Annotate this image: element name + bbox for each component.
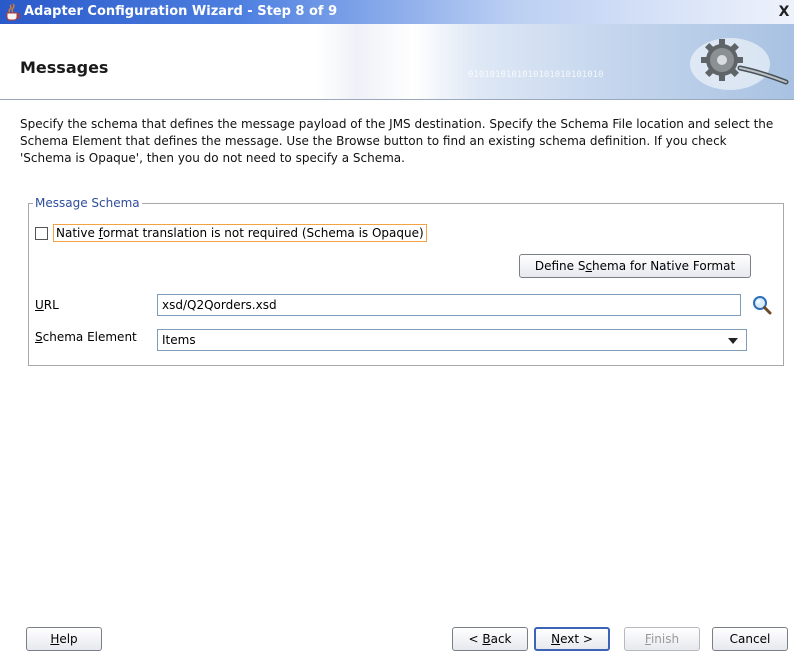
close-button[interactable]: X: [776, 4, 792, 20]
schema-element-select[interactable]: Items: [157, 329, 747, 351]
step-description: Specify the schema that defines the mess…: [20, 117, 774, 165]
page-title: Messages: [20, 58, 109, 77]
url-input[interactable]: [157, 294, 741, 316]
next-button[interactable]: Next >: [534, 627, 610, 651]
message-schema-group: Message Schema Native format translation…: [28, 196, 784, 366]
back-button[interactable]: < Back: [452, 627, 528, 651]
java-cup-icon: [6, 3, 21, 21]
opaque-checkbox-label[interactable]: Native format translation is not require…: [53, 224, 427, 242]
chevron-down-icon[interactable]: [728, 338, 738, 344]
header-decor-binary: 0101010101010101010101010: [468, 70, 604, 80]
window-title: Adapter Configuration Wizard - Step 8 of…: [24, 4, 338, 19]
url-label: URL: [35, 298, 59, 312]
schema-element-label: Schema Element: [35, 330, 137, 344]
schema-element-value: Items: [162, 333, 196, 347]
title-bar: Adapter Configuration Wizard - Step 8 of…: [0, 0, 794, 24]
wizard-header: Messages 0101010101010101010101010: [0, 24, 794, 100]
help-button[interactable]: Help: [26, 627, 102, 651]
opaque-checkbox[interactable]: [35, 226, 48, 240]
finish-button[interactable]: Finish: [624, 627, 700, 651]
browse-search-icon[interactable]: [751, 294, 773, 316]
define-schema-button[interactable]: Define Schema for Native Format: [519, 254, 751, 278]
adapter-gear-icon: [690, 38, 789, 90]
opaque-checkbox-row[interactable]: Native format translation is not require…: [35, 224, 427, 242]
group-legend: Message Schema: [33, 196, 142, 210]
cancel-button[interactable]: Cancel: [712, 627, 788, 651]
